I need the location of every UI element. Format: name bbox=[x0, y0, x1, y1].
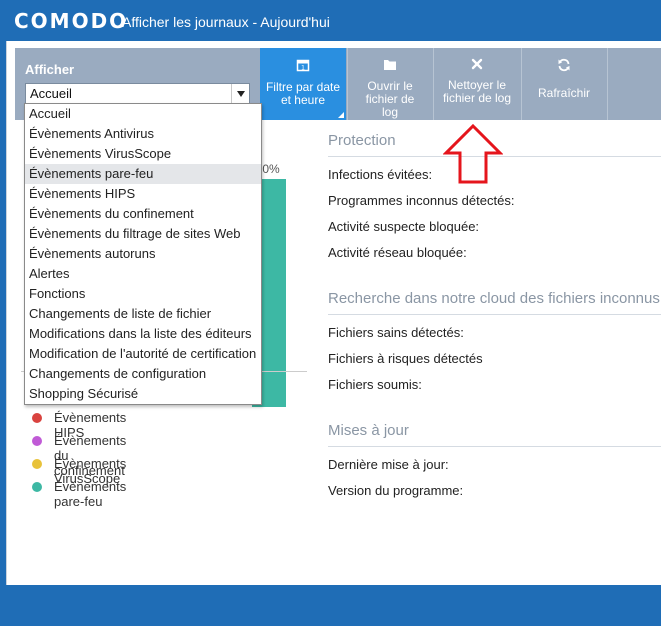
dropdown-item[interactable]: Évènements du confinement bbox=[25, 204, 261, 224]
dropdown-item[interactable]: Changements de liste de fichier bbox=[25, 304, 261, 324]
dropdown-item[interactable]: Shopping Sécurisé bbox=[25, 384, 261, 404]
cloud-title: Recherche dans notre cloud des fichiers … bbox=[328, 290, 660, 307]
dropdown-item[interactable]: Modification de l'autorité de certificat… bbox=[25, 344, 261, 364]
clean-log-button[interactable]: Nettoyer le fichier de log bbox=[434, 48, 520, 120]
red-up-arrow-icon bbox=[443, 123, 503, 184]
dropdown-item[interactable]: Accueil bbox=[25, 104, 261, 124]
dropdown-item[interactable]: Évènements du filtrage de sites Web bbox=[25, 224, 261, 244]
dropdown-item[interactable]: Fonctions bbox=[25, 284, 261, 304]
dropdown-item[interactable]: Évènements autoruns bbox=[25, 244, 261, 264]
folder-icon bbox=[348, 58, 432, 74]
filter-date-label: Filtre par date et heure bbox=[265, 80, 341, 107]
stat-program-version: Version du programme: bbox=[328, 483, 464, 498]
dropdown-item[interactable]: Alertes bbox=[25, 264, 261, 284]
dropdown-item[interactable]: Évènements HIPS bbox=[25, 184, 261, 204]
view-select-value: Accueil bbox=[30, 86, 72, 101]
app-frame: COMODO Afficher les journaux - Aujourd'h… bbox=[0, 0, 661, 626]
title-bar: COMODO Afficher les journaux - Aujourd'h… bbox=[0, 0, 661, 44]
toolbar-divider bbox=[607, 48, 608, 120]
dropdown-item[interactable]: Modifications dans la liste des éditeurs bbox=[25, 324, 261, 344]
legend-dot bbox=[32, 459, 42, 469]
stat-network-activity: Activité réseau bloquée: bbox=[328, 245, 467, 260]
comodo-logo: COMODO bbox=[14, 9, 129, 33]
filter-date-button[interactable]: 1 Filtre par date et heure bbox=[260, 48, 346, 120]
corner-indicator-icon bbox=[338, 112, 344, 118]
legend-label: Évènements pare-feu bbox=[54, 479, 127, 509]
refresh-label: Rafraîchir bbox=[537, 86, 590, 100]
calendar-icon: 1 bbox=[260, 58, 346, 75]
dropdown-item-highlighted[interactable]: Évènements pare-feu bbox=[25, 164, 261, 184]
stat-infections: Infections évitées: bbox=[328, 167, 433, 182]
close-icon bbox=[434, 58, 520, 73]
bottom-background bbox=[0, 585, 661, 626]
legend-dot bbox=[32, 482, 42, 492]
refresh-icon bbox=[522, 58, 606, 75]
view-label: Afficher bbox=[25, 62, 75, 77]
legend-dot bbox=[32, 413, 42, 423]
open-log-button[interactable]: Ouvrir le fichier de log bbox=[348, 48, 432, 120]
stat-unknown-programs: Programmes inconnus détectés: bbox=[328, 193, 515, 208]
svg-text:1: 1 bbox=[301, 65, 305, 72]
dropdown-item[interactable]: Changements de configuration bbox=[25, 364, 261, 384]
section-divider bbox=[328, 446, 661, 447]
stat-safe-files: Fichiers sains détectés: bbox=[328, 325, 464, 340]
clean-log-label: Nettoyer le fichier de log bbox=[442, 78, 512, 105]
view-select[interactable]: Accueil bbox=[25, 83, 250, 104]
protection-title: Protection bbox=[328, 132, 396, 149]
section-divider bbox=[328, 314, 661, 315]
window-title: Afficher les journaux - Aujourd'hui bbox=[122, 14, 330, 30]
view-dropdown-list[interactable]: Accueil Évènements Antivirus Évènements … bbox=[24, 103, 262, 405]
stat-submitted-files: Fichiers soumis: bbox=[328, 377, 422, 392]
open-log-label: Ouvrir le fichier de log bbox=[365, 79, 415, 119]
dropdown-item[interactable]: Évènements Antivirus bbox=[25, 124, 261, 144]
chart-percent-label: .0% bbox=[259, 162, 280, 176]
legend-dot bbox=[32, 436, 42, 446]
refresh-button[interactable]: Rafraîchir bbox=[522, 48, 606, 120]
updates-title: Mises à jour bbox=[328, 422, 409, 439]
dropdown-item[interactable]: Évènements VirusScope bbox=[25, 144, 261, 164]
chevron-down-icon[interactable] bbox=[231, 84, 249, 103]
stat-risky-files: Fichiers à risques détectés bbox=[328, 351, 483, 366]
stat-last-update: Dernière mise à jour: bbox=[328, 457, 449, 472]
stat-suspicious-activity: Activité suspecte bloquée: bbox=[328, 219, 480, 234]
